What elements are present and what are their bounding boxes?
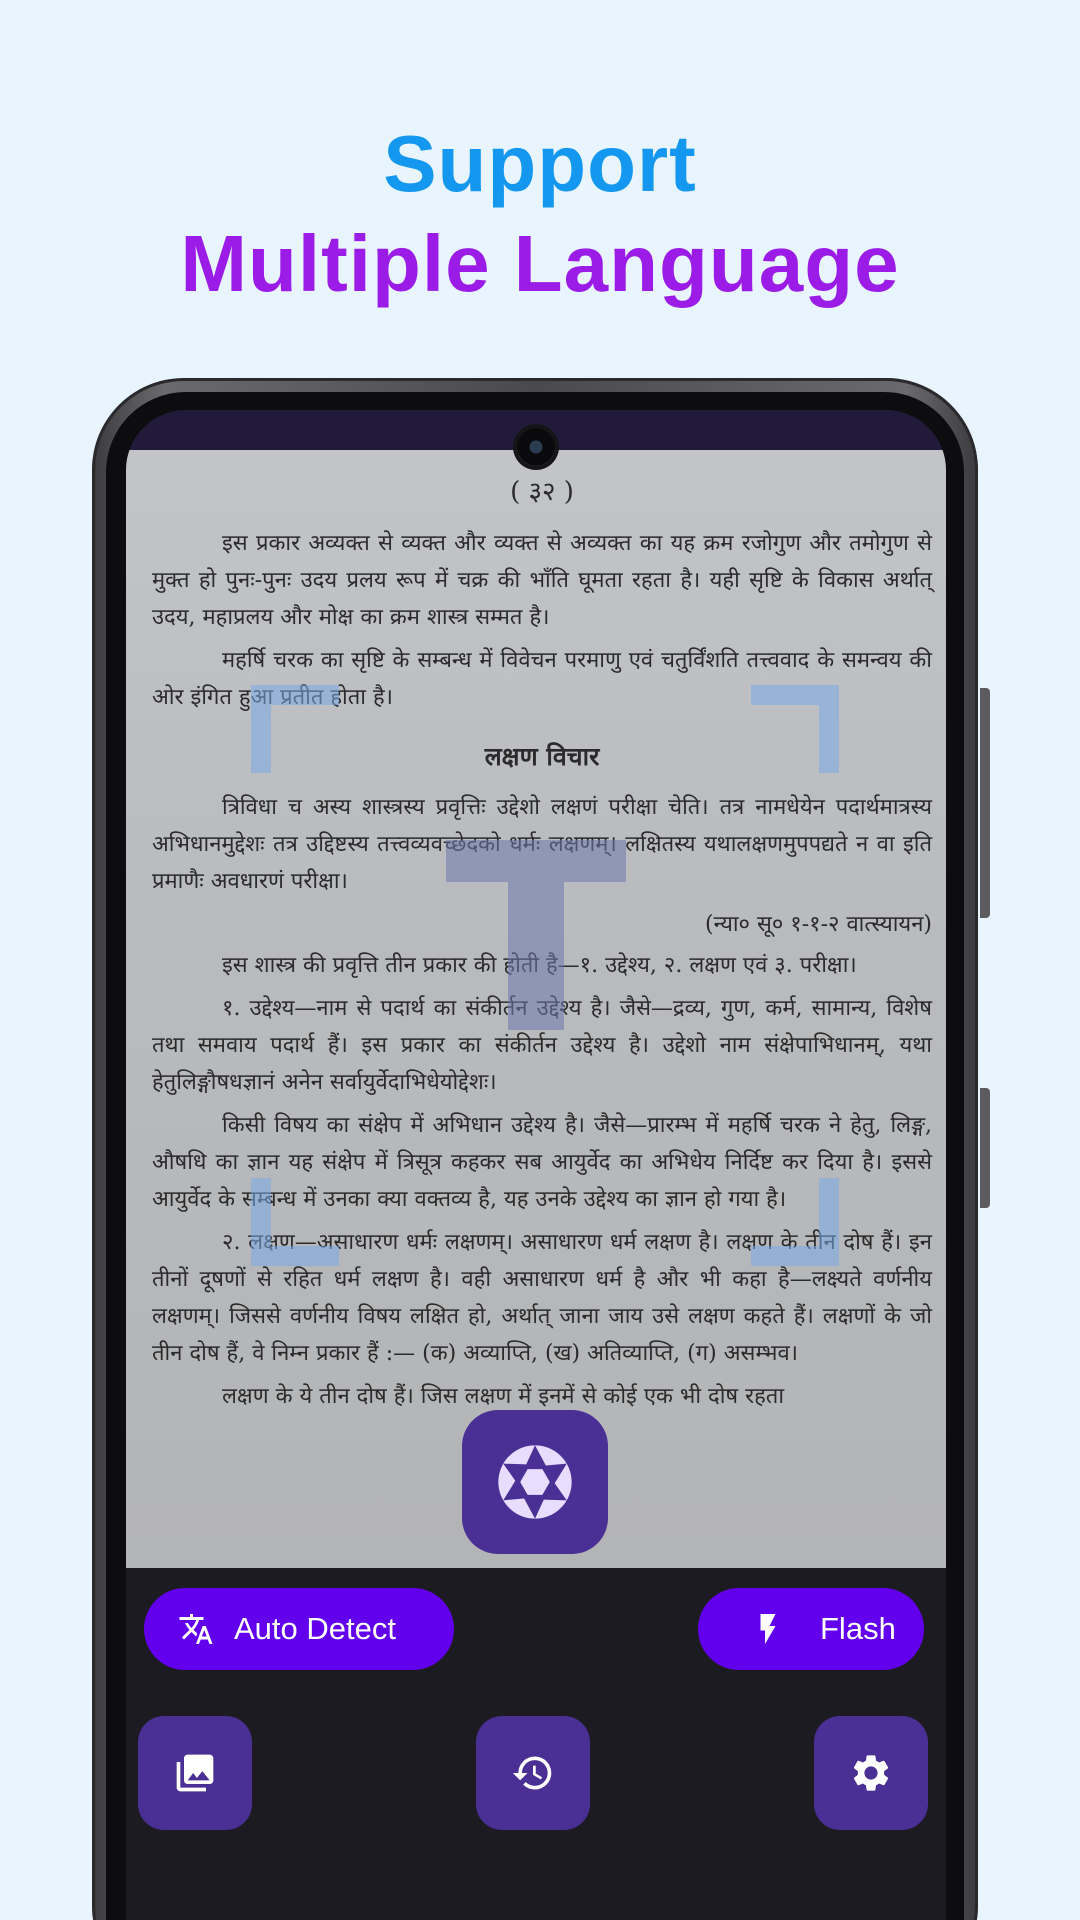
phone-volume-button bbox=[980, 688, 990, 918]
gallery-button[interactable] bbox=[138, 1716, 252, 1830]
translate-icon bbox=[179, 1614, 213, 1644]
scan-frame-corner-top-left bbox=[251, 685, 339, 773]
capture-button[interactable] bbox=[462, 1410, 608, 1554]
flash-button[interactable]: Flash bbox=[698, 1588, 924, 1670]
scan-frame-corner-top-right bbox=[751, 685, 839, 773]
phone-power-button bbox=[980, 1088, 990, 1208]
text-recognition-icon bbox=[446, 840, 626, 1030]
history-icon bbox=[512, 1756, 552, 1790]
settings-button[interactable] bbox=[814, 1716, 928, 1830]
scan-frame-corner-bottom-left bbox=[251, 1178, 339, 1266]
camera-shutter-icon bbox=[498, 1445, 572, 1519]
front-camera bbox=[517, 428, 555, 466]
headline-multiple-language: Multiple Language bbox=[180, 219, 900, 308]
flash-icon bbox=[760, 1614, 776, 1644]
flash-label: Flash bbox=[820, 1611, 896, 1646]
history-button[interactable] bbox=[476, 1716, 590, 1830]
headline-support: Support bbox=[383, 119, 697, 208]
phone-screen: ( ३२ ) इस प्रकार अव्यक्त से व्यक्त और व्… bbox=[126, 410, 946, 1920]
scan-frame-corner-bottom-right bbox=[751, 1178, 839, 1266]
camera-viewfinder[interactable]: ( ३२ ) इस प्रकार अव्यक्त से व्यक्त और व्… bbox=[126, 450, 946, 1568]
document-paragraph: इस प्रकार अव्यक्त से व्यक्त और व्यक्त से… bbox=[152, 531, 932, 630]
document-page-number: ( ३२ ) bbox=[510, 477, 574, 507]
promo-page: Support Multiple Language ( ३२ ) इस प्रक… bbox=[0, 0, 1080, 1920]
gallery-icon bbox=[176, 1754, 214, 1792]
auto-detect-button[interactable]: Auto Detect bbox=[144, 1588, 454, 1670]
gear-icon bbox=[853, 1755, 889, 1791]
auto-detect-label: Auto Detect bbox=[234, 1611, 396, 1646]
